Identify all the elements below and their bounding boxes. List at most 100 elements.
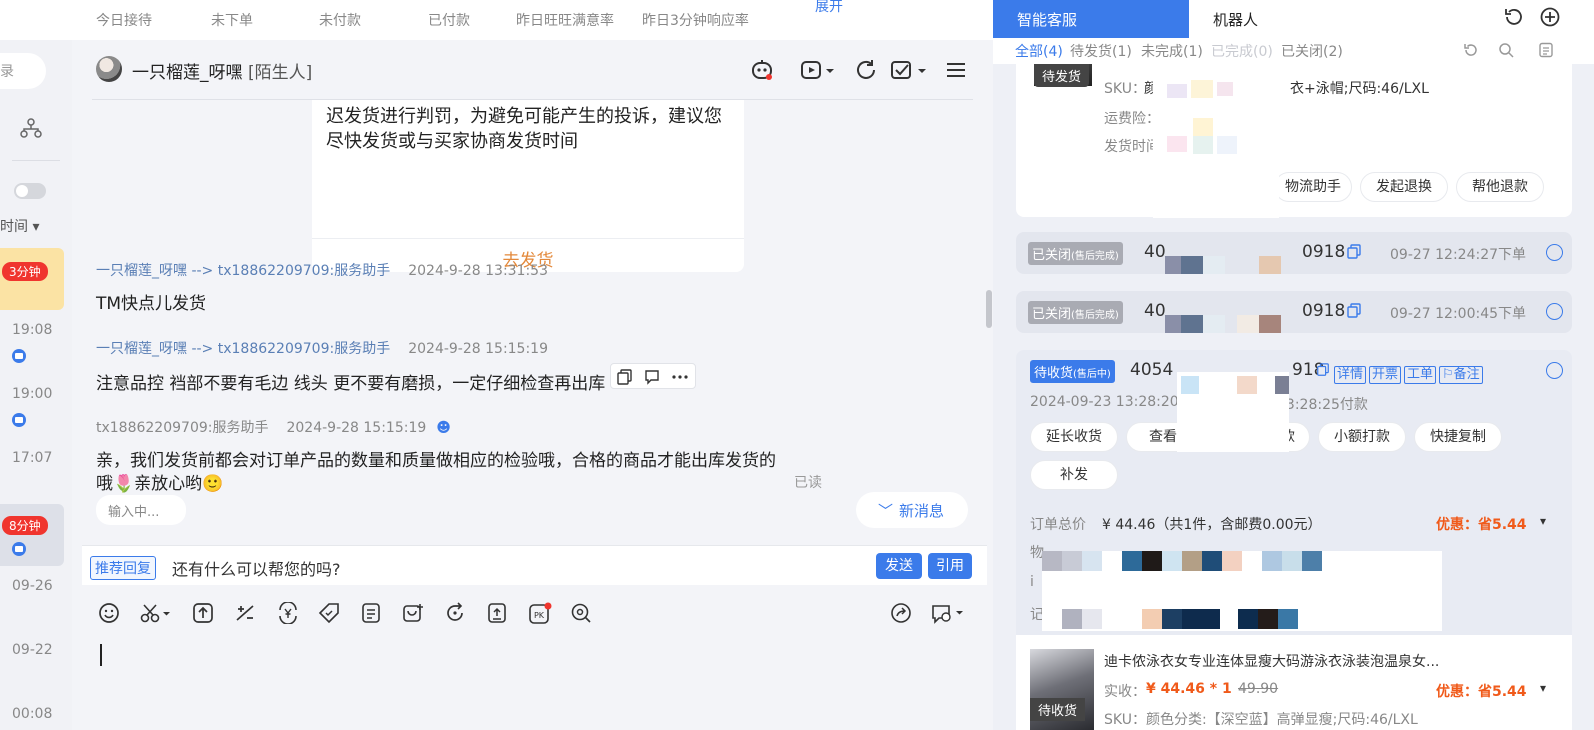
chat-panel: 一只榴莲_呀嘿 [陌生人] 迟发货进行判罚，为避免可能产生的投诉，建议您尽快发货… bbox=[72, 40, 993, 730]
detail-tag[interactable]: 详情 bbox=[1334, 366, 1367, 384]
note-tag[interactable]: ⚐备注 bbox=[1439, 366, 1483, 384]
filter-completed[interactable]: 已完成(0) bbox=[1211, 41, 1273, 61]
sku-value-tail: 衣+泳帽;尺码:46/LXL bbox=[1290, 81, 1429, 97]
logistics-helper-button[interactable]: 物流助手 bbox=[1274, 172, 1352, 202]
chat-scrollbar[interactable] bbox=[986, 290, 992, 328]
add-circle-icon[interactable] bbox=[1539, 6, 1561, 28]
chat-header: 一只榴莲_呀嘿 [陌生人] bbox=[72, 40, 993, 100]
product-title[interactable]: 迪卡侬泳衣女专业连体显瘦大码游泳衣泳装泡温泉女... bbox=[1104, 651, 1439, 671]
flag-icon: ⚐ bbox=[1442, 367, 1454, 382]
search-input[interactable]: 录 bbox=[0, 53, 46, 89]
refresh-icon[interactable] bbox=[854, 58, 878, 82]
sidebar-item-time[interactable]: 09-22 bbox=[12, 642, 53, 658]
message-meta: 一只榴莲_呀嘿 --> tx18862209709:服务助手 2024-9-28 … bbox=[96, 260, 548, 280]
quick-reply-text[interactable]: 还有什么可以帮您的吗? bbox=[172, 556, 341, 580]
refresh-rotate-icon[interactable] bbox=[444, 602, 466, 624]
sidebar-item-time[interactable]: 19:08 bbox=[12, 322, 52, 338]
small-payment-button[interactable]: 小额打款 bbox=[1318, 422, 1406, 452]
chevron-down-icon[interactable]: ▾ bbox=[1540, 514, 1546, 528]
invoice-tag[interactable]: 开票 bbox=[1369, 366, 1402, 384]
refund-for-buyer-button[interactable]: 帮他退款 bbox=[1456, 172, 1544, 202]
copy-icon[interactable] bbox=[617, 369, 633, 385]
search-icon[interactable] bbox=[1498, 42, 1514, 58]
avatar[interactable] bbox=[96, 56, 122, 82]
chat-history-icon[interactable] bbox=[930, 602, 966, 624]
copy-icon[interactable] bbox=[1316, 363, 1330, 377]
chevron-down-icon[interactable]: ▾ bbox=[1540, 681, 1546, 695]
status-badge: 待发货 bbox=[1034, 64, 1090, 87]
emoji-icon[interactable] bbox=[98, 602, 120, 624]
note-upload-icon[interactable] bbox=[486, 602, 508, 624]
undo-icon[interactable] bbox=[1503, 6, 1525, 28]
freight-insurance-label: 运费险： bbox=[1104, 111, 1160, 127]
sidebar-item-time[interactable]: 00:08 bbox=[12, 706, 52, 722]
message-sender: 一只榴莲_呀嘿 --> tx18862209709:服务助手 bbox=[96, 341, 391, 357]
message-editor[interactable] bbox=[72, 636, 993, 730]
quick-copy-button[interactable]: 快捷复制 bbox=[1414, 422, 1502, 452]
org-tree-icon[interactable] bbox=[20, 118, 42, 138]
discount-text: 优惠：省5.44 bbox=[1436, 684, 1527, 700]
menu-icon[interactable] bbox=[944, 58, 968, 82]
screenshot-scissors-icon[interactable] bbox=[139, 602, 173, 624]
video-icon[interactable] bbox=[800, 58, 836, 82]
filter-pending-ship[interactable]: 待发货(1) bbox=[1070, 41, 1132, 61]
search-location-icon[interactable] bbox=[570, 602, 592, 624]
order-panel: 智能客服 机器人 全部(4) 待发货(1) 未完成(1) 已完成(0) 已关闭(… bbox=[993, 0, 1594, 730]
chevron-down-icon[interactable] bbox=[1546, 244, 1563, 261]
ticket-tag[interactable]: 工单 bbox=[1404, 366, 1437, 384]
yen-transfer-icon[interactable] bbox=[276, 602, 300, 624]
quote-button[interactable]: 引用 bbox=[928, 553, 972, 579]
comment-icon[interactable] bbox=[644, 369, 660, 385]
tab-smart-service[interactable]: 智能客服 bbox=[993, 0, 1189, 38]
message-tools bbox=[610, 363, 696, 389]
filter-closed[interactable]: 已关闭(2) bbox=[1281, 41, 1343, 61]
refresh-icon[interactable] bbox=[1463, 42, 1479, 58]
send-button[interactable]: 发送 bbox=[876, 553, 922, 579]
card-divider bbox=[312, 238, 744, 239]
upload-icon[interactable] bbox=[192, 602, 214, 624]
more-icon[interactable] bbox=[671, 369, 689, 385]
chevron-up-icon[interactable] bbox=[1546, 362, 1563, 379]
sidebar-toggle[interactable] bbox=[14, 183, 46, 199]
shipping-reminder-card: 迟发货进行判罚，为避免可能产生的投诉，建议您尽快发货或与买家协商发货时间 去发货 bbox=[312, 100, 744, 272]
sidebar-item-time[interactable]: 19:00 bbox=[12, 386, 52, 402]
order-document-icon[interactable] bbox=[360, 602, 382, 624]
share-icon[interactable] bbox=[890, 602, 912, 624]
order-number-head: 40 bbox=[1144, 301, 1166, 321]
filter-incomplete[interactable]: 未完成(1) bbox=[1141, 41, 1203, 61]
product-card[interactable]: 待收货 迪卡侬泳衣女专业连体显瘦大码游泳衣泳装泡温泉女... 实收： ¥ 44.… bbox=[1016, 635, 1572, 730]
chevron-down-icon[interactable] bbox=[1546, 303, 1563, 320]
sidebar-item-time[interactable]: 17:07 bbox=[12, 450, 52, 466]
sort-selector[interactable]: 时间 ▾ bbox=[0, 216, 39, 236]
sidebar-item-time[interactable]: 09-26 bbox=[12, 578, 53, 594]
copy-icon[interactable] bbox=[1346, 244, 1362, 260]
contact-tag: [陌生人] bbox=[248, 63, 313, 83]
sidebar-item-selected[interactable] bbox=[0, 504, 64, 566]
message-text: 亲，我们发货前都会对订单产品的数量和质量做相应的检验哦，合格的商品才能出库发货的 bbox=[96, 451, 776, 471]
expand-link[interactable]: 展开 bbox=[815, 0, 843, 16]
coupon-icon[interactable] bbox=[318, 602, 340, 624]
resend-button[interactable]: 补发 bbox=[1030, 460, 1118, 490]
price-adjust-icon[interactable] bbox=[234, 602, 256, 624]
pk-icon[interactable]: PK bbox=[528, 602, 552, 624]
order-number-tail: 0918 bbox=[1302, 301, 1346, 321]
new-message-button[interactable]: ﹀ 新消息 bbox=[856, 492, 968, 528]
stat-today-reception: 今日接待 bbox=[96, 13, 152, 29]
order-card-closed[interactable]: 已关闭(售后完成) 40 0918 09-27 12:00:45下单 bbox=[1016, 291, 1572, 333]
order-card-closed[interactable]: 已关闭(售后完成) 40 0918 09-27 12:24:27下单 bbox=[1016, 232, 1572, 274]
task-check-icon[interactable] bbox=[890, 58, 930, 82]
product-add-icon[interactable] bbox=[402, 602, 424, 624]
copy-icon[interactable] bbox=[1346, 303, 1362, 319]
status-subtext: (售后完成) bbox=[1071, 310, 1119, 321]
robot-icon[interactable] bbox=[750, 58, 774, 82]
tab-robot[interactable]: 机器人 bbox=[1189, 0, 1594, 38]
svg-text:PK: PK bbox=[534, 611, 545, 620]
filter-all[interactable]: 全部(4) bbox=[1015, 41, 1063, 61]
message-time: 2024-9-28 15:15:19 bbox=[286, 420, 427, 436]
message-icon bbox=[12, 413, 26, 427]
note-tag-label: 备注 bbox=[1453, 367, 1480, 382]
initiate-return-button[interactable]: 发起退换 bbox=[1360, 172, 1448, 202]
message-icon bbox=[12, 542, 26, 556]
extend-receipt-button[interactable]: 延长收货 bbox=[1030, 422, 1118, 452]
list-icon[interactable] bbox=[1538, 42, 1554, 58]
